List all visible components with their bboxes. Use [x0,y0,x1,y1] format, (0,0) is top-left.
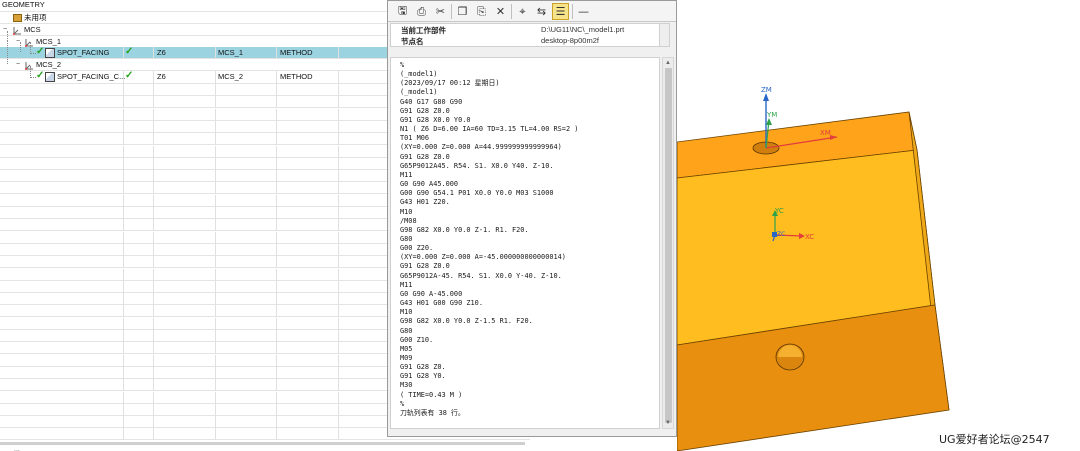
code-line: (XY=0.000 Z=0.000 A=44.999999999999964) [400,143,562,152]
code-line: M11 [400,280,413,289]
info-header: 当前工作部件 D:\UG11\NC\_model1.prt 节点名 deskto… [390,23,670,47]
collapse-toggle-icon[interactable]: − [16,61,20,69]
code-line: (_model1) [400,88,438,97]
nc-code-lines: % (_model1) (2023/09/17 00:12 星期日) (_model1… [400,61,578,418]
coordinate-system-icon [24,38,34,47]
code-line: G91 G28 Z0.0 [400,152,450,161]
coordinate-system-icon [24,61,34,70]
operation-method: METHOD [280,48,313,57]
code-line: % [400,399,405,408]
header-row-work-part: 当前工作部件 D:\UG11\NC\_model1.prt [391,24,669,35]
code-line: M10 [400,207,413,216]
code-line: G80 [400,234,413,243]
code-line: G0 G90 A45.000 [400,180,459,189]
info-toolbar: 🖫 ⎙ ✂ ❐ ⎘ ✕ ⌖ ⇆ ☰ — [388,1,676,22]
operation-tool: Z6 [157,72,166,81]
status-check-icon: ✓ [125,70,134,81]
mcs-2-label: MCS_2 [36,60,62,69]
spot-facing-operation-icon [45,48,55,58]
code-line: G91 G28 Z0.0 [400,106,450,115]
code-line: N1 ( Z6 D=6.00 IA=60 TD=3.15 TL=4.00 RS=… [400,125,579,134]
information-window: 🖫 ⎙ ✂ ❐ ⎘ ✕ ⌖ ⇆ ☰ — 当前工作部件 D:\UG11\NC\_m… [387,0,677,437]
code-line: /M08 [400,216,417,225]
spot-facing-operation-icon [45,72,55,82]
wrap-icon[interactable]: ☰ [552,3,569,20]
operation-method: METHOD [280,72,313,81]
scroll-up-icon[interactable]: ▲ [665,60,671,66]
code-line: G65P9012A45. R54. S1. X0.0 Y40. Z-10. [400,161,554,170]
ym-label: YM [766,111,777,119]
folder-icon [13,14,22,22]
cut-icon[interactable]: ✂ [432,3,449,20]
paste-icon[interactable]: ⎘ [473,3,490,20]
code-line: % [400,61,405,69]
scroll-down-icon[interactable]: ▼ [665,420,671,426]
code-line: M05 [400,344,413,353]
code-line: (XY=0.000 Z=0.000 A=-45.000000000000014) [400,253,566,262]
code-line: G98 G82 X0.0 Y0.0 Z-1. R1. F20. [400,225,529,234]
checkmark-icon: ✓ [36,70,45,81]
yc-label: YC [774,207,784,215]
find-icon[interactable]: ⌖ [514,3,531,20]
xc-label: XC [805,233,814,241]
code-line: M30 [400,381,413,390]
header-row-node-name: 节点名 desktop-8p00m2f [391,35,669,46]
code-line: G00 Z10. [400,335,434,344]
xm-label: XM [820,129,831,137]
nav-bottom-text: ... [14,446,20,451]
checkmark-icon: ✓ [36,46,45,57]
code-line: M10 [400,308,413,317]
code-line: G91 G28 X0.0 Y0.0 [400,115,471,124]
code-line: G40 G17 G80 G90 [400,97,463,106]
code-line: G65P9012A-45. R54. S1. X0.0 Y-40. Z-10. [400,271,562,280]
code-line: (2023/09/17 00:12 星期日) [400,79,500,88]
print-icon[interactable]: ⎙ [413,3,430,20]
unused-items-label: 未用项 [24,13,47,22]
part-model: ZM YM XM YC ZC XC [677,86,950,451]
code-line: G98 G82 X0.0 Y0.0 Z-1.5 R1. F20. [400,317,533,326]
code-line: G80 [400,326,413,335]
replace-icon[interactable]: ⇆ [533,3,550,20]
code-line: G91 G28 Z0.0 [400,262,450,271]
header-scrollbar[interactable] [659,24,669,46]
geometry-root-label: GEOMETRY [2,0,45,9]
code-line: ( TIME=0.43 M ) [400,390,463,399]
node-name-label: 节点名 [401,37,424,46]
code-line: G43 H01 Z20. [400,198,450,207]
save-icon[interactable]: 🖫 [394,3,411,20]
status-check-icon: ✓ [125,46,134,57]
operation-tool: Z6 [157,48,166,57]
code-line: M11 [400,170,413,179]
code-line: G91 G28 Y0. [400,372,446,381]
horizontal-scrollbar[interactable] [0,442,525,445]
graphics-viewport[interactable]: ZM YM XM YC ZC XC [677,0,1080,451]
code-line: G0 G90 A-45.000 [400,289,463,298]
node-name-value: desktop-8p00m2f [541,36,599,45]
zc-label: ZC [777,231,785,238]
nc-code-text-area[interactable]: % (_model1) (2023/09/17 00:12 星期日) (_model1… [390,57,660,429]
delete-icon[interactable]: ✕ [492,3,509,20]
code-line: G91 G28 Z0. [400,363,446,372]
code-line: M09 [400,354,413,362]
minimize-icon[interactable]: — [575,3,592,20]
operation-name: SPOT_FACING_C... [57,72,126,81]
code-line: G00 G90 G54.1 P01 X0.0 Y0.0 M03 S1000 [400,189,554,198]
copy-icon[interactable]: ❐ [454,3,471,20]
coordinate-system-icon [12,26,22,35]
operation-name: SPOT_FACING [57,48,110,57]
operation-geometry: MCS_1 [218,48,244,57]
code-line: 刀轨列表有 38 行。 [400,408,465,417]
work-part-value: D:\UG11\NC\_model1.prt [541,25,625,34]
code-line: T01 M06 [400,134,430,143]
code-line: G00 Z20. [400,244,434,253]
scrollbar-thumb[interactable] [665,68,672,423]
watermark-text: UG爱好者论坛@2547 [939,433,1050,446]
vertical-scrollbar[interactable]: ▲ ▼ [662,57,674,429]
zm-label: ZM [761,86,772,94]
code-line: (_model1) [400,70,438,79]
mcs-label: MCS [24,25,41,34]
code-line: G43 H01 G00 G90 Z10. [400,299,483,308]
operation-geometry: MCS_2 [218,72,244,81]
